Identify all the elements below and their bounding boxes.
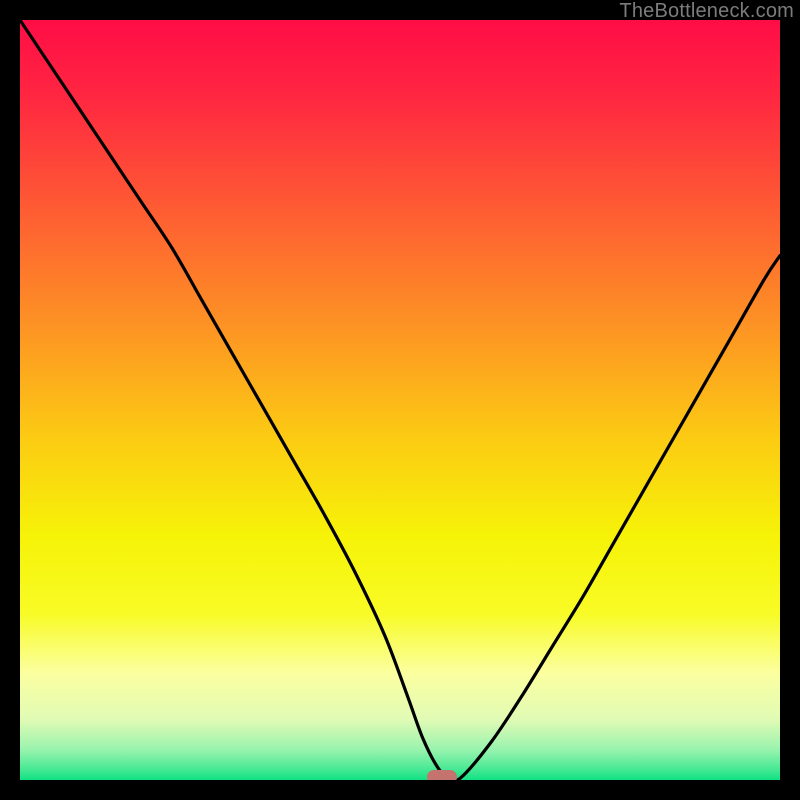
plot-area: [20, 20, 780, 780]
optimal-point-marker: [427, 770, 457, 780]
chart-frame: TheBottleneck.com: [0, 0, 800, 800]
bottleneck-curve: [20, 20, 780, 780]
